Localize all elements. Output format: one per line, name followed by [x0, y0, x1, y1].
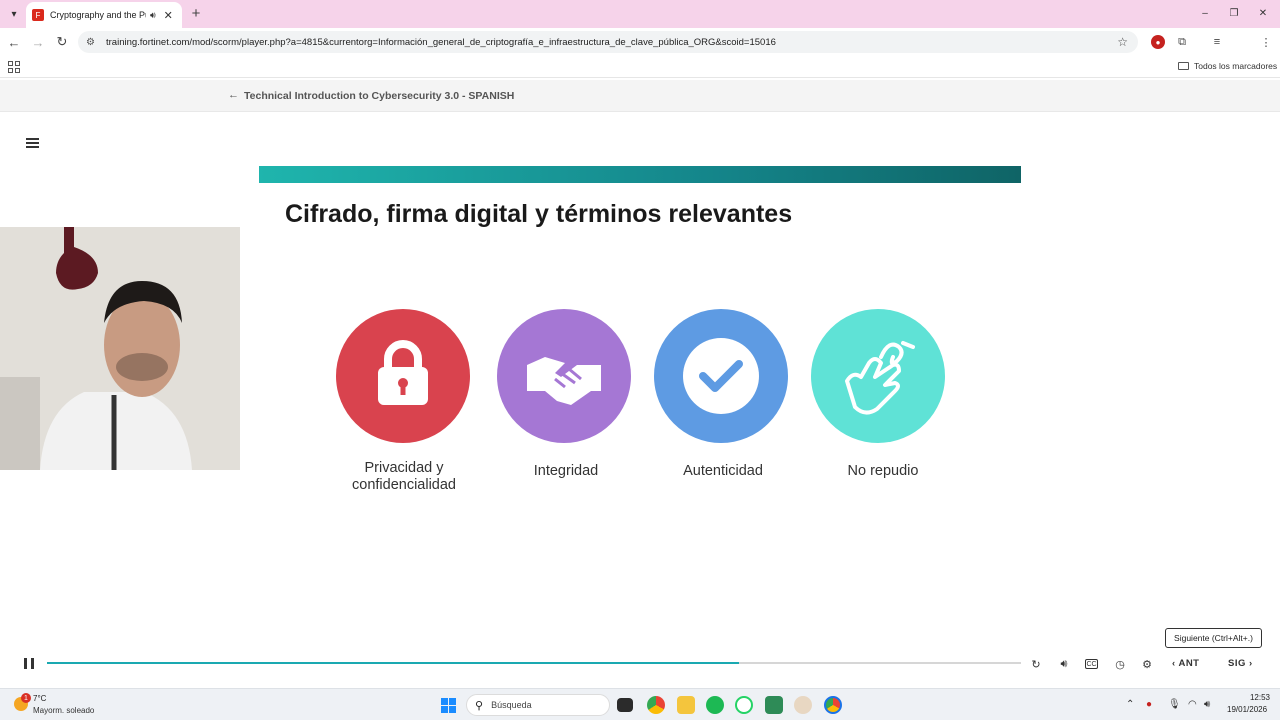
course-header: ← Technical Introduction to Cybersecurit… [0, 80, 1280, 112]
non-repudiation-label: No repudio [847, 463, 919, 479]
app-avatar-icon[interactable] [794, 696, 812, 714]
all-bookmarks-label: Todos los marcadores [1194, 61, 1278, 71]
site-info-icon[interactable]: ⚙ [86, 37, 98, 48]
whatsapp-icon[interactable] [735, 696, 753, 714]
back-arrow-icon[interactable]: ← [6, 34, 22, 50]
file-explorer-icon[interactable] [677, 696, 695, 714]
taskbar-search-box[interactable]: ⚲ Búsqueda [466, 694, 610, 716]
authenticity-label: Autenticidad [683, 463, 763, 479]
vscode-like-icon[interactable] [765, 696, 783, 714]
task-view-icon[interactable] [617, 698, 633, 712]
course-back-arrow-icon[interactable]: ← [228, 89, 239, 101]
clock-date[interactable]: 19/01/2026 [1227, 705, 1267, 714]
minimize-icon[interactable]: – [1196, 5, 1214, 21]
bookmark-star-icon[interactable]: ☆ [1117, 35, 1128, 49]
browser-tab-active[interactable]: F Cryptography and the Publi 🔊︎ ✕ [26, 2, 182, 28]
weather-description[interactable]: Mayorm. soleado [33, 706, 94, 715]
progress-bar[interactable] [47, 662, 1021, 664]
bookmarks-bar: Todos los marcadores [0, 56, 1280, 78]
spotify-icon[interactable] [706, 696, 724, 714]
next-tooltip: Siguiente (Ctrl+Alt+.) [1165, 628, 1262, 648]
tab-search-icon[interactable]: ▾ [6, 6, 22, 22]
slide-accent-bar [259, 166, 1021, 183]
replay-icon[interactable]: ↻ [1029, 657, 1043, 671]
prev-label: ANT [1178, 658, 1200, 669]
privacy-label: Privacidad y confidencialidad [352, 460, 456, 493]
folder-icon [1178, 62, 1189, 70]
next-label: SIG [1228, 658, 1246, 669]
checkmark-icon [683, 338, 759, 414]
all-bookmarks-button[interactable]: Todos los marcadores [1178, 61, 1277, 71]
previous-slide-button[interactable]: ‹ ANT [1172, 658, 1199, 669]
playback-speed-icon[interactable]: ◷ [1113, 657, 1127, 671]
tab-close-icon[interactable]: ✕ [164, 9, 173, 22]
more-menu-icon[interactable]: ⋮ [1259, 35, 1273, 49]
windows-start-icon[interactable] [441, 698, 456, 713]
reload-icon[interactable]: ↻ [54, 34, 70, 50]
weather-temperature[interactable]: 7°C [33, 694, 46, 703]
clock-time[interactable]: 12:53 [1244, 693, 1270, 702]
extension-badge-icon[interactable]: ● [1151, 35, 1165, 49]
speaker-icon[interactable]: 🔊︎ [150, 10, 156, 21]
progress-fill [47, 662, 739, 664]
search-icon: ⚲ [475, 699, 484, 712]
signing-hand-icon [845, 341, 915, 415]
address-bar[interactable]: ⚙ training.fortinet.com/mod/scorm/player… [78, 31, 1138, 53]
wifi-icon[interactable]: ◠ [1188, 699, 1197, 710]
chrome-icon[interactable] [647, 696, 665, 714]
padlock-icon [378, 340, 428, 405]
webcam-video-overlay [0, 227, 240, 470]
volume-icon[interactable]: 🔊︎ [1057, 657, 1071, 671]
course-title-link[interactable]: Technical Introduction to Cybersecurity … [244, 90, 514, 102]
search-label: Búsqueda [491, 700, 532, 710]
tab-title: Cryptography and the Publi [50, 10, 146, 20]
browser-tab-bar: ▾ F Cryptography and the Publi 🔊︎ ✕ + – … [0, 0, 1280, 28]
player-controls: ↻ 🔊︎ CC ◷ ⚙ ‹ ANT SIG › [0, 652, 1280, 676]
tray-app-icon[interactable]: ● [1146, 699, 1152, 710]
settings-gear-icon[interactable]: ⚙ [1140, 657, 1154, 671]
authenticity-circle [654, 309, 788, 443]
chrome-active-icon[interactable] [824, 696, 842, 714]
privacy-circle [336, 309, 470, 443]
integrity-circle [497, 309, 631, 443]
browser-toolbar: ← → ↻ ⚙ training.fortinet.com/mod/scorm/… [0, 28, 1280, 77]
next-slide-button[interactable]: SIG › [1228, 658, 1253, 669]
windows-taskbar: 1 7°C Mayorm. soleado ⚲ Búsqueda ⌃ ● 🎙︎ … [0, 688, 1280, 720]
integrity-label: Integridad [533, 463, 599, 479]
chevron-right-icon: › [1245, 658, 1253, 669]
volume-tray-icon[interactable]: 🔊︎ [1204, 699, 1210, 710]
fortinet-favicon-icon: F [32, 9, 44, 21]
tray-chevron-up-icon[interactable]: ⌃ [1126, 699, 1134, 710]
non-repudiation-circle [811, 309, 945, 443]
restore-icon[interactable]: ❐ [1225, 5, 1243, 21]
slide-title: Cifrado, firma digital y términos releva… [285, 200, 793, 228]
apps-grid-icon[interactable] [8, 61, 20, 73]
weather-badge: 1 [21, 693, 31, 703]
extensions-puzzle-icon[interactable]: ⧉ [1175, 35, 1189, 49]
handshake-icon [527, 357, 601, 405]
microphone-icon[interactable]: 🎙︎ [1168, 699, 1181, 710]
media-queue-icon[interactable]: ≡ [1210, 35, 1224, 49]
pause-button[interactable] [24, 658, 34, 669]
webcam-person-image [0, 227, 240, 470]
closed-captions-icon[interactable]: CC [1085, 659, 1098, 669]
forward-arrow-icon[interactable]: → [30, 34, 46, 50]
window-close-icon[interactable]: ✕ [1254, 5, 1272, 21]
new-tab-plus-icon[interactable]: + [188, 5, 204, 22]
hamburger-menu-icon[interactable] [26, 138, 39, 148]
url-text: training.fortinet.com/mod/scorm/player.p… [106, 36, 776, 48]
